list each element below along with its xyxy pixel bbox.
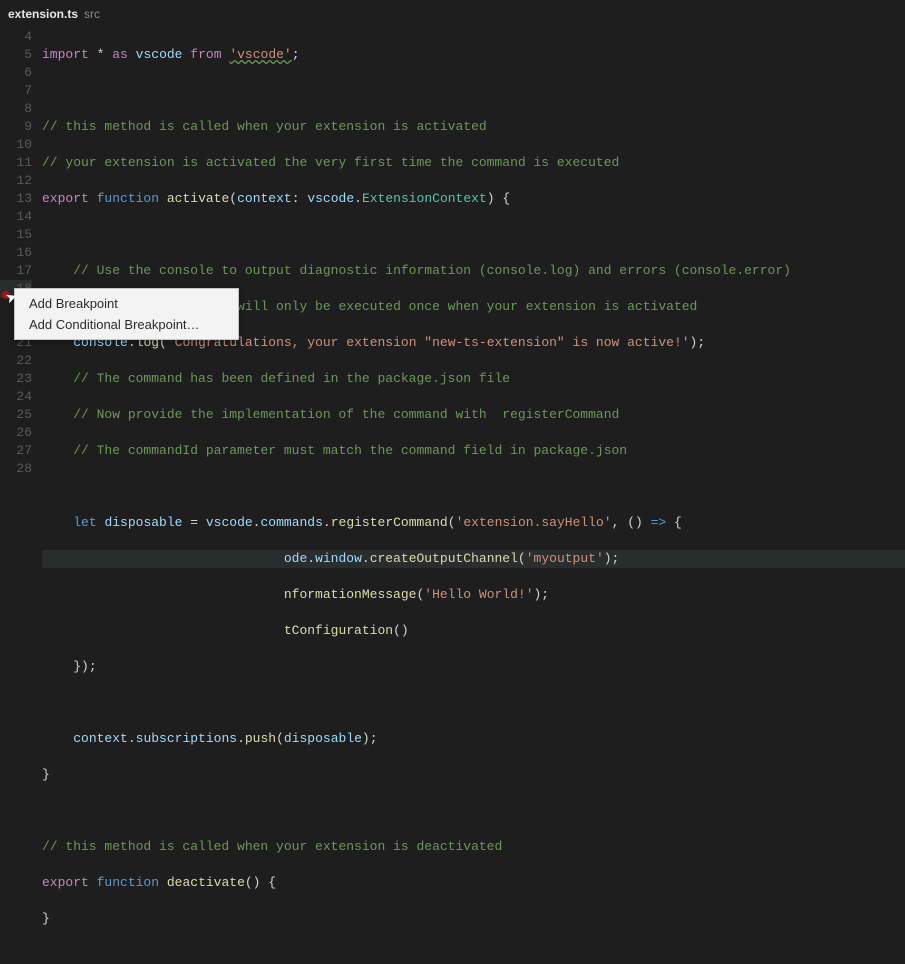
menu-add-conditional-breakpoint[interactable]: Add Conditional Breakpoint… [15, 314, 238, 335]
code-area[interactable]: import * as vscode from 'vscode'; // thi… [42, 28, 905, 964]
tab-bar: extension.ts src [0, 0, 905, 28]
gutter-context-menu: Add Breakpoint Add Conditional Breakpoin… [14, 288, 239, 340]
tab-folder: src [84, 7, 100, 21]
code-editor[interactable]: 456789 101112131415 1617181920 212223242… [0, 28, 905, 964]
tab-filename[interactable]: extension.ts [8, 7, 78, 21]
breakpoint-marker[interactable] [2, 291, 10, 299]
line-number-gutter[interactable]: 456789 101112131415 1617181920 212223242… [0, 28, 42, 964]
menu-add-breakpoint[interactable]: Add Breakpoint [15, 293, 238, 314]
